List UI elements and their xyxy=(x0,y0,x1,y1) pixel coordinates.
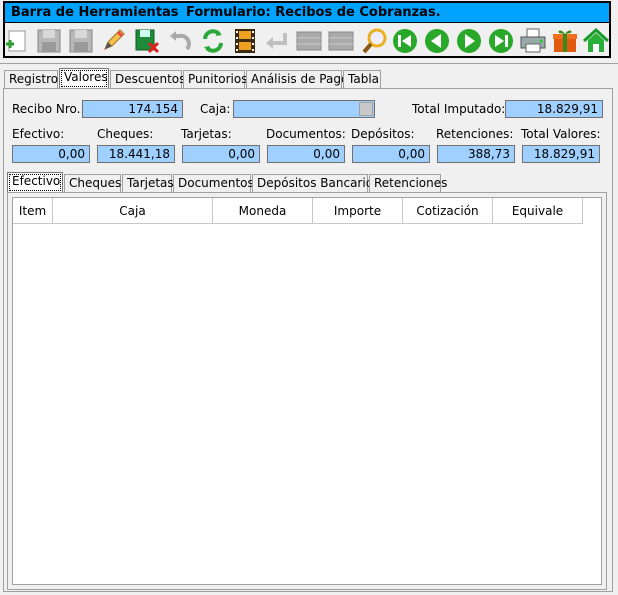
column-header-cotizacion[interactable]: Cotización xyxy=(403,198,493,224)
tab-analisis-de-pago[interactable]: Análisis de Pago xyxy=(246,70,348,88)
undo-button[interactable] xyxy=(167,27,195,55)
tarjetas-field[interactable]: 0,00 xyxy=(182,145,260,163)
valores-panel: Recibo Nro.: 174.154 Caja: Total Imputad… xyxy=(3,88,613,592)
return-button[interactable] xyxy=(263,27,291,55)
next-record-button[interactable] xyxy=(455,27,483,55)
tab-tabla[interactable]: Tabla xyxy=(343,70,381,88)
gift-icon xyxy=(553,30,577,52)
film-button[interactable] xyxy=(231,27,259,55)
prev-icon xyxy=(425,29,449,53)
edit-icon xyxy=(104,29,125,50)
tab-depositos-bancarios[interactable]: Depósitos Bancarios xyxy=(252,174,379,192)
cheques-label: Cheques: xyxy=(97,127,154,141)
depositos-field[interactable]: 0,00 xyxy=(352,145,430,163)
undo-icon xyxy=(170,31,191,51)
caja-dropdown-button[interactable] xyxy=(359,102,373,116)
save-as-button[interactable] xyxy=(67,27,95,55)
add-button[interactable] xyxy=(3,27,31,55)
tab-registro[interactable]: Registro xyxy=(4,70,58,88)
delete-record-button[interactable] xyxy=(133,27,161,55)
grid-icon xyxy=(328,31,354,51)
save-as-icon xyxy=(69,29,93,53)
efectivo-field[interactable]: 0,00 xyxy=(12,145,90,163)
documentos-field[interactable]: 0,00 xyxy=(267,145,345,163)
first-icon xyxy=(393,29,417,53)
tab-documentos[interactable]: Documentos xyxy=(173,174,254,192)
add-icon xyxy=(6,30,26,52)
save-button[interactable] xyxy=(35,27,63,55)
total-valores-label: Total Valores: xyxy=(521,127,601,141)
column-header-equivale[interactable]: Equivale xyxy=(493,198,583,224)
search-icon xyxy=(362,28,387,54)
grid-icon xyxy=(296,31,322,51)
retenciones-field[interactable]: 388,73 xyxy=(437,145,515,163)
edit-button[interactable] xyxy=(99,27,127,55)
last-record-button[interactable] xyxy=(487,27,515,55)
efectivo-grid[interactable]: Item Caja Moneda Importe Cotización Equi… xyxy=(12,197,602,585)
refresh-button[interactable] xyxy=(199,27,227,55)
search-button[interactable] xyxy=(361,27,389,55)
next-icon xyxy=(457,29,481,53)
tab-punitorios[interactable]: Punitorios xyxy=(183,70,247,88)
toolbar-title-bar: Barra de Herramientas Formulario: Recibo… xyxy=(5,3,609,23)
efectivo-label: Efectivo: xyxy=(12,127,65,141)
sub-tabs: Efectivo Cheques Tarjetas Documentos Dep… xyxy=(7,172,607,194)
main-tabs: Registro Valores Descuentos Punitorios A… xyxy=(4,68,614,90)
retenciones-label: Retenciones: xyxy=(436,127,514,141)
grid-button-1[interactable] xyxy=(295,27,323,55)
documentos-label: Documentos: xyxy=(266,127,346,141)
first-record-button[interactable] xyxy=(391,27,419,55)
film-icon xyxy=(235,29,255,53)
column-header-moneda[interactable]: Moneda xyxy=(213,198,313,224)
toolbar-title: Barra de Herramientas xyxy=(11,5,179,20)
column-header-importe[interactable]: Importe xyxy=(313,198,403,224)
home-icon xyxy=(582,27,610,52)
save-icon xyxy=(37,29,61,53)
tab-cheques[interactable]: Cheques xyxy=(64,174,121,192)
last-icon xyxy=(489,29,513,53)
prev-record-button[interactable] xyxy=(423,27,451,55)
grid-button-2[interactable] xyxy=(327,27,355,55)
separator xyxy=(0,63,618,64)
recibo-label: Recibo Nro.: xyxy=(12,102,85,116)
column-header-caja[interactable]: Caja xyxy=(53,198,213,224)
tarjetas-label: Tarjetas: xyxy=(181,127,232,141)
tab-descuentos[interactable]: Descuentos xyxy=(110,70,185,88)
total-imputado-field[interactable]: 18.829,91 xyxy=(505,100,603,118)
delete-record-icon xyxy=(135,29,160,54)
caja-label: Caja: xyxy=(200,102,231,116)
caja-dropdown[interactable] xyxy=(233,100,375,118)
toolbar: Barra de Herramientas Formulario: Recibo… xyxy=(3,1,611,58)
column-header-item[interactable]: Item xyxy=(13,198,53,224)
cheques-field[interactable]: 18.441,18 xyxy=(97,145,175,163)
tab-retenciones[interactable]: Retenciones xyxy=(369,174,447,192)
printer-icon xyxy=(520,28,546,53)
efectivo-panel: Item Caja Moneda Importe Cotización Equi… xyxy=(7,192,607,590)
home-button[interactable] xyxy=(582,27,610,55)
return-icon xyxy=(266,33,287,49)
tab-efectivo[interactable]: Efectivo xyxy=(7,172,63,193)
total-valores-field[interactable]: 18.829,91 xyxy=(522,145,600,163)
depositos-label: Depósitos: xyxy=(351,127,415,141)
print-button[interactable] xyxy=(519,27,547,55)
refresh-icon xyxy=(203,29,223,53)
tab-tarjetas[interactable]: Tarjetas xyxy=(122,174,174,192)
total-imputado-label: Total Imputado: xyxy=(412,102,506,116)
recibo-field[interactable]: 174.154 xyxy=(82,100,183,118)
form-title: Formulario: Recibos de Cobranzas. xyxy=(186,5,441,20)
tab-valores[interactable]: Valores xyxy=(59,68,109,89)
gift-button[interactable] xyxy=(551,27,579,55)
